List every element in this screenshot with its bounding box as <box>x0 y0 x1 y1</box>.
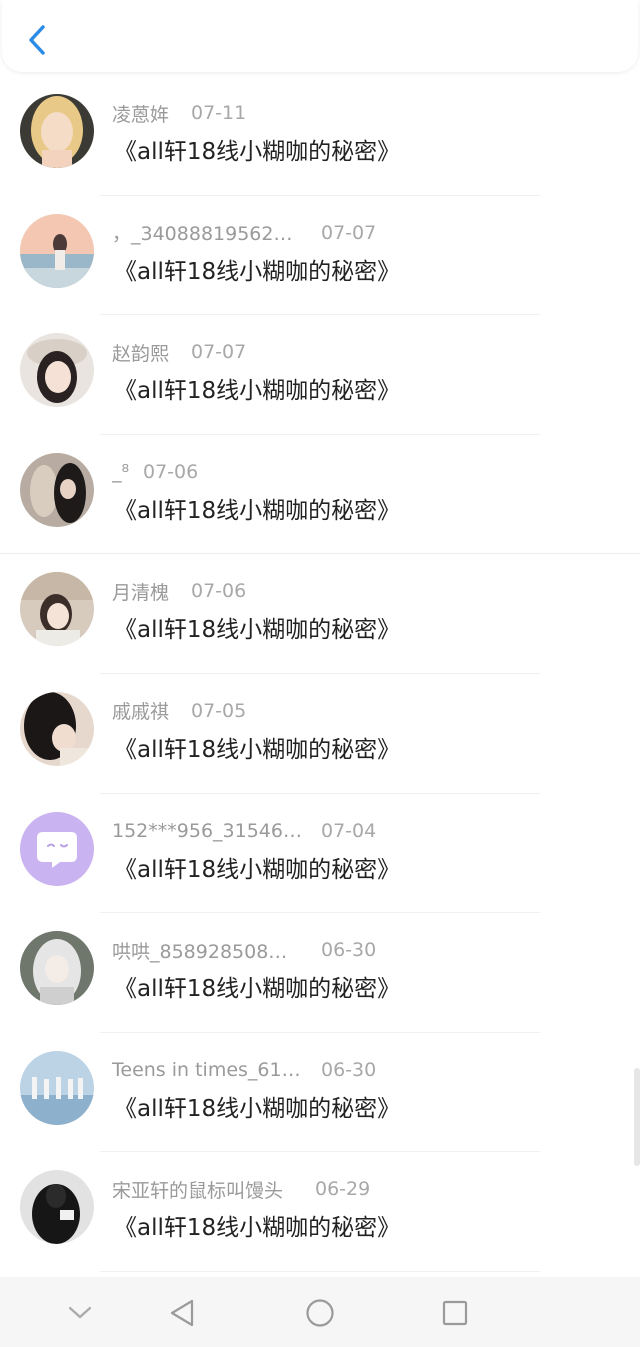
item-date: 07-04 <box>321 819 377 842</box>
item-date: 07-07 <box>191 341 247 364</box>
item-title: 《all轩18线小糊咖的秘密》 <box>114 258 401 285</box>
system-nav-bar <box>0 1277 640 1347</box>
item-date: 07-06 <box>191 580 247 603</box>
item-meta: 宋亚轩的鼠标叫馒头 06-29 <box>112 1174 370 1204</box>
item-date: 07-11 <box>191 102 247 124</box>
list-item[interactable]: 戚戚祺 07-05 《all轩18线小糊咖的秘密》 <box>0 674 640 794</box>
user-name: 月清槐 <box>112 581 170 604</box>
back-button[interactable] <box>20 20 54 60</box>
nav-recents-button[interactable] <box>433 1291 477 1335</box>
user-name: 152***956_31546… <box>112 819 302 842</box>
item-title: 《all轩18线小糊咖的秘密》 <box>114 139 401 165</box>
item-title: 《all轩18线小糊咖的秘密》 <box>114 378 401 405</box>
item-date: 07-05 <box>191 699 247 722</box>
avatar <box>20 691 94 766</box>
divider <box>100 1270 540 1272</box>
user-name: 宋亚轩的鼠标叫馒头 <box>112 1179 284 1202</box>
nav-home-button[interactable] <box>298 1291 342 1335</box>
item-meta: 凌蒽姩 07-11 <box>112 98 246 128</box>
item-meta: _⁸ 07-06 <box>112 457 198 487</box>
item-date: 06-30 <box>321 1058 377 1081</box>
recents-square-icon <box>442 1300 468 1326</box>
user-name: 凌蒽姩 <box>112 103 170 126</box>
avatar <box>20 572 94 647</box>
avatar <box>20 452 94 527</box>
item-meta: 152***956_31546… 07-04 <box>112 816 376 846</box>
item-meta: ，_34088819562… 07-07 <box>112 218 376 248</box>
list-item[interactable]: 宋亚轩的鼠标叫馒头 06-29 《all轩18线小糊咖的秘密》 <box>0 1152 640 1272</box>
scrollbar[interactable] <box>634 1068 640 1166</box>
back-triangle-icon <box>170 1299 194 1327</box>
avatar <box>20 213 94 288</box>
item-title: 《all轩18线小糊咖的秘密》 <box>114 1095 401 1122</box>
avatar <box>20 811 94 886</box>
item-title: 《all轩18线小糊咖的秘密》 <box>114 856 401 883</box>
avatar <box>20 1050 94 1125</box>
list-item[interactable]: 月清槐 07-06 《all轩18线小糊咖的秘密》 <box>0 554 640 674</box>
user-name: _⁸ <box>112 460 130 483</box>
list-item[interactable]: Teens in times_61… 06-30 《all轩18线小糊咖的秘密》 <box>0 1033 640 1153</box>
list-item[interactable]: 赵韵熙 07-07 《all轩18线小糊咖的秘密》 <box>0 315 640 435</box>
list-item[interactable]: 哄哄_858928508… 06-30 《all轩18线小糊咖的秘密》 <box>0 913 640 1033</box>
chevron-left-icon <box>29 25 45 55</box>
item-date: 07-07 <box>321 221 377 244</box>
list-item[interactable]: ，_34088819562… 07-07 《all轩18线小糊咖的秘密》 <box>0 196 640 316</box>
item-title: 《all轩18线小糊咖的秘密》 <box>114 1215 401 1242</box>
top-bar <box>2 0 638 72</box>
message-list: 凌蒽姩 07-11 《all轩18线小糊咖的秘密》 ，_34088819562…… <box>0 76 640 1272</box>
list-item[interactable]: 152***956_31546… 07-04 《all轩18线小糊咖的秘密》 <box>0 794 640 914</box>
user-name: Teens in times_61… <box>112 1058 301 1081</box>
item-meta: 哄哄_858928508… 06-30 <box>112 935 376 965</box>
user-name: 哄哄_858928508… <box>112 940 288 963</box>
nav-back-button[interactable] <box>160 1291 204 1335</box>
item-title: 《all轩18线小糊咖的秘密》 <box>114 617 401 644</box>
screen: 凌蒽姩 07-11 《all轩18线小糊咖的秘密》 ，_34088819562…… <box>0 0 640 1347</box>
item-meta: 月清槐 07-06 <box>112 576 246 606</box>
avatar <box>20 94 94 168</box>
item-date: 06-30 <box>321 939 377 962</box>
hide-keyboard-button[interactable] <box>58 1291 102 1335</box>
item-meta: 戚戚祺 07-05 <box>112 696 246 726</box>
avatar <box>20 1170 94 1245</box>
item-date: 06-29 <box>315 1178 371 1201</box>
avatar <box>20 931 94 1006</box>
item-meta: 赵韵熙 07-07 <box>112 337 246 367</box>
item-title: 《all轩18线小糊咖的秘密》 <box>114 497 401 524</box>
chevron-down-icon <box>68 1306 92 1319</box>
user-name: ，_34088819562… <box>112 223 293 246</box>
list-item[interactable]: 凌蒽姩 07-11 《all轩18线小糊咖的秘密》 <box>0 76 640 196</box>
item-title: 《all轩18线小糊咖的秘密》 <box>114 976 401 1003</box>
item-meta: Teens in times_61… 06-30 <box>112 1055 376 1085</box>
user-name: 戚戚祺 <box>112 701 170 724</box>
avatar <box>20 333 94 408</box>
item-title: 《all轩18线小糊咖的秘密》 <box>114 736 401 763</box>
user-name: 赵韵熙 <box>112 342 170 365</box>
item-date: 07-06 <box>143 460 199 483</box>
list-item[interactable]: _⁸ 07-06 《all轩18线小糊咖的秘密》 <box>0 435 640 555</box>
home-circle-icon <box>306 1299 334 1327</box>
chat-bubble-icon <box>20 811 94 886</box>
